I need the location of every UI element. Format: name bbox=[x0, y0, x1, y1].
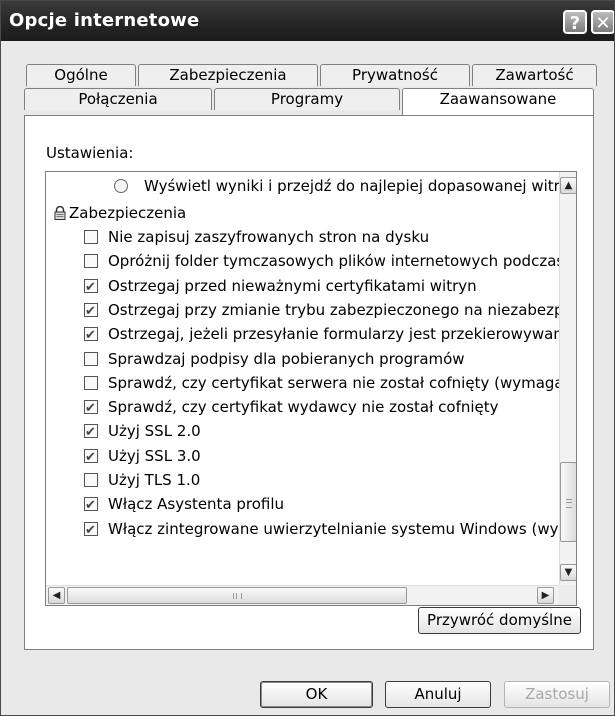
list-item[interactable]: Ostrzegaj przy zmianie trybu zabezpieczo… bbox=[46, 298, 576, 324]
checkbox[interactable] bbox=[84, 276, 98, 300]
horizontal-scrollbar[interactable]: ◀ ▶ bbox=[46, 585, 559, 605]
help-icon: ? bbox=[569, 13, 581, 34]
list-item[interactable]: Użyj SSL 3.0 bbox=[46, 444, 559, 470]
tab-advanced[interactable]: Zaawansowane bbox=[402, 88, 594, 115]
apply-button[interactable]: Zastosuj bbox=[504, 681, 610, 708]
list-item[interactable]: Nie zapisuj zaszyfrowanych stron na dysk… bbox=[46, 225, 559, 249]
checkbox[interactable] bbox=[84, 254, 98, 268]
list-item-label: Sprawdzaj podpisy dla pobieranych progra… bbox=[108, 350, 465, 368]
restore-defaults-button[interactable]: Przywróć domyślne bbox=[418, 607, 581, 634]
tab-content[interactable]: Zawartość bbox=[472, 64, 597, 86]
ok-button[interactable]: OK bbox=[260, 681, 373, 708]
checkbox[interactable] bbox=[84, 421, 98, 445]
scroll-down-button[interactable]: ▼ bbox=[560, 564, 576, 581]
close-icon: ✕ bbox=[595, 13, 611, 34]
vertical-scrollbar[interactable]: ▲ ▼ bbox=[559, 172, 576, 585]
checkbox[interactable] bbox=[84, 230, 98, 244]
list-item[interactable]: Ostrzegaj, jeżeli przesyłanie formularzy… bbox=[46, 322, 572, 348]
list-item-label: Nie zapisuj zaszyfrowanych stron na dysk… bbox=[108, 228, 430, 246]
tab-privacy[interactable]: Prywatność bbox=[320, 64, 470, 86]
grip-icon bbox=[233, 593, 242, 599]
close-button[interactable]: ✕ bbox=[591, 10, 614, 34]
radio-button[interactable] bbox=[114, 179, 128, 193]
list-item[interactable]: Sprawdzaj podpisy dla pobieranych progra… bbox=[46, 347, 559, 371]
list-item-label: Użyj SSL 3.0 bbox=[108, 447, 201, 465]
tab-security[interactable]: Zabezpieczenia bbox=[138, 64, 318, 86]
list-item-label: Ostrzegaj przed nieważnymi certyfikatami… bbox=[108, 277, 477, 295]
checkbox[interactable] bbox=[84, 473, 98, 487]
checkbox[interactable] bbox=[84, 397, 98, 421]
list-item[interactable]: Ostrzegaj przed nieważnymi certyfikatami… bbox=[46, 274, 559, 300]
checkbox[interactable] bbox=[84, 300, 98, 324]
list-item-label: Użyj TLS 1.0 bbox=[108, 471, 201, 489]
list-item-label: Włącz zintegrowane uwierzytelnianie syst… bbox=[108, 520, 577, 538]
list-item-label: Sprawdź, czy certyfikat serwera nie zost… bbox=[108, 374, 577, 392]
grip-icon bbox=[566, 499, 572, 508]
scroll-right-button[interactable]: ▶ bbox=[537, 587, 554, 604]
list-item-label: Ostrzegaj, jeżeli przesyłanie formularzy… bbox=[108, 325, 573, 343]
checkbox[interactable] bbox=[84, 376, 98, 390]
list-item[interactable]: Opróżnij folder tymczasowych plików inte… bbox=[46, 249, 576, 273]
tab-programs[interactable]: Programy bbox=[214, 88, 400, 110]
checkbox[interactable] bbox=[84, 324, 98, 348]
group-header: Zabezpieczenia bbox=[46, 201, 559, 225]
tab-general[interactable]: Ogólne bbox=[26, 64, 136, 86]
list-item[interactable]: Włącz Asystenta profilu bbox=[46, 492, 559, 518]
checkbox[interactable] bbox=[84, 519, 98, 543]
internet-options-dialog: Opcje internetowe ? ✕ Ogólne Zabezpiecze… bbox=[0, 0, 615, 716]
settings-list[interactable]: Wyświetl wyniki i przejdź do najlepiej d… bbox=[45, 171, 577, 606]
chevron-up-icon: ▲ bbox=[564, 180, 573, 191]
title-bar[interactable]: Opcje internetowe ? ✕ bbox=[1, 1, 614, 41]
list-item-label: Użyj SSL 2.0 bbox=[108, 422, 201, 440]
list-item-label: Włącz Asystenta profilu bbox=[108, 495, 285, 513]
chevron-down-icon: ▼ bbox=[564, 567, 573, 578]
list-item[interactable]: Włącz zintegrowane uwierzytelnianie syst… bbox=[46, 517, 576, 543]
chevron-right-icon: ▶ bbox=[541, 590, 550, 601]
list-item-label: Wyświetl wyniki i przejdź do najlepiej d… bbox=[144, 177, 577, 195]
chevron-left-icon: ◀ bbox=[52, 590, 61, 601]
settings-label: Ustawienia: bbox=[46, 144, 134, 162]
list-item[interactable]: Sprawdź, czy certyfikat serwera nie zost… bbox=[46, 371, 576, 395]
list-item[interactable]: Wyświetl wyniki i przejdź do najlepiej d… bbox=[46, 174, 576, 198]
group-label: Zabezpieczenia bbox=[69, 204, 187, 222]
scroll-up-button[interactable]: ▲ bbox=[560, 177, 576, 194]
window-title: Opcje internetowe bbox=[9, 10, 200, 31]
list-item[interactable]: Użyj SSL 2.0 bbox=[46, 419, 559, 445]
cancel-button[interactable]: Anuluj bbox=[385, 681, 491, 708]
scroll-left-button[interactable]: ◀ bbox=[48, 587, 65, 604]
list-item-label: Opróżnij folder tymczasowych plików inte… bbox=[108, 252, 577, 270]
scroll-thumb[interactable] bbox=[560, 462, 576, 542]
help-button[interactable]: ? bbox=[563, 10, 587, 34]
checkbox[interactable] bbox=[84, 446, 98, 470]
scrollbar-corner bbox=[559, 585, 576, 605]
list-item-label: Sprawdź, czy certyfikat wydawcy nie zost… bbox=[108, 398, 499, 416]
checkbox[interactable] bbox=[84, 494, 98, 518]
list-item[interactable]: Sprawdź, czy certyfikat wydawcy nie zost… bbox=[46, 395, 559, 421]
scroll-thumb-horizontal[interactable] bbox=[67, 587, 407, 604]
lock-icon bbox=[54, 206, 66, 220]
checkbox[interactable] bbox=[84, 352, 98, 366]
tab-connections[interactable]: Połączenia bbox=[24, 88, 212, 110]
list-item[interactable]: Użyj TLS 1.0 bbox=[46, 468, 559, 492]
list-item-label: Ostrzegaj przy zmianie trybu zabezpieczo… bbox=[108, 301, 577, 319]
